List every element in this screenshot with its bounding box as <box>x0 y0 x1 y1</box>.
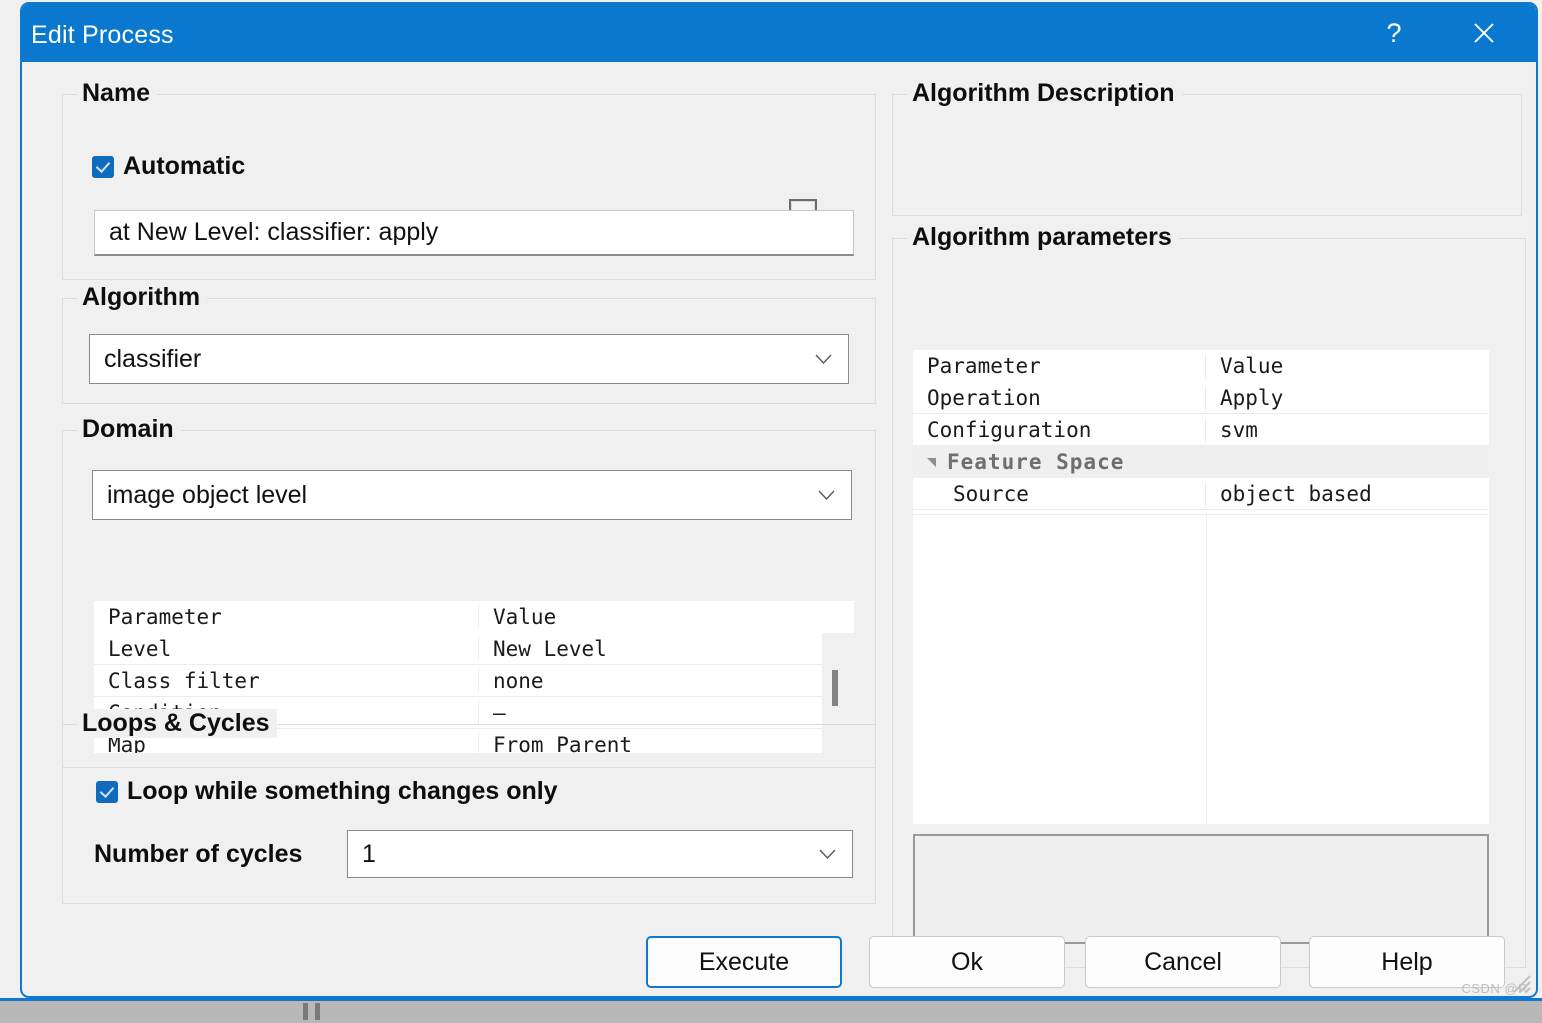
help-icon[interactable]: ? <box>1362 4 1426 62</box>
number-of-cycles-select[interactable]: 1 <box>347 830 853 878</box>
background-window-tick <box>315 1003 320 1020</box>
background-window-tick <box>303 1003 308 1020</box>
table-row[interactable]: Operation Apply <box>913 382 1489 414</box>
cancel-button-label: Cancel <box>1144 948 1222 977</box>
dialog-body: Name Automatic at New Level: classifier:… <box>22 62 1536 996</box>
algorithm-hint-panel <box>913 834 1489 944</box>
chevron-down-icon <box>818 490 835 500</box>
number-of-cycles-label: Number of cycles <box>94 840 302 869</box>
chevron-down-icon <box>815 354 832 364</box>
algorithm-table-column-divider <box>1206 515 1207 824</box>
table-header-row: Parameter Value <box>94 601 854 633</box>
domain-header-value: Value <box>479 605 854 629</box>
process-name-input[interactable]: at New Level: classifier: apply <box>94 210 854 256</box>
algorithm-description-group: Algorithm Description <box>892 94 1522 216</box>
domain-header-parameter: Parameter <box>94 605 479 629</box>
algorithm-selected-value: classifier <box>104 345 201 374</box>
algo-group-name: Feature Space <box>913 450 1206 474</box>
domain-param-name: Class filter <box>94 669 479 693</box>
chevron-down-icon <box>819 849 836 859</box>
algo-param-name: Operation <box>913 386 1206 410</box>
domain-select[interactable]: image object level <box>92 470 852 520</box>
table-header-row: Parameter Value <box>913 350 1489 382</box>
loops-cycles-group-title: Loops & Cycles <box>77 709 277 738</box>
table-row[interactable]: Configuration svm <box>913 414 1489 446</box>
algo-param-value: Apply <box>1206 386 1489 410</box>
algo-param-value: object based <box>1206 482 1489 506</box>
algo-param-name: Configuration <box>913 418 1206 442</box>
loop-changes-checkbox-row[interactable]: Loop while something changes only <box>96 777 558 806</box>
execute-button[interactable]: Execute <box>646 936 842 988</box>
algorithm-description-title: Algorithm Description <box>907 79 1182 108</box>
algo-group-label: Feature Space <box>947 450 1124 474</box>
algorithm-parameters-title: Algorithm parameters <box>907 223 1179 252</box>
edit-process-dialog: Edit Process ? Name Automatic <box>20 2 1538 998</box>
algorithm-table-empty-area[interactable] <box>913 514 1489 824</box>
domain-table-scrollbar-thumb[interactable] <box>832 670 838 706</box>
table-group-row[interactable]: Feature Space <box>913 446 1489 478</box>
automatic-checkbox-row[interactable]: Automatic <box>92 152 245 181</box>
execute-button-label: Execute <box>699 948 789 977</box>
ok-button[interactable]: Ok <box>869 936 1065 988</box>
background-window-strip <box>0 998 1542 1023</box>
domain-param-name: Level <box>94 637 479 661</box>
loop-changes-checkbox[interactable] <box>96 781 118 803</box>
table-row[interactable]: Level New Level <box>94 633 854 665</box>
algorithm-parameter-table[interactable]: Parameter Value Operation Apply Configur… <box>913 350 1489 824</box>
cancel-button[interactable]: Cancel <box>1085 936 1281 988</box>
domain-param-value: none <box>479 669 854 693</box>
automatic-label: Automatic <box>123 152 245 181</box>
domain-group-title: Domain <box>77 415 181 444</box>
algorithm-select[interactable]: classifier <box>89 334 849 384</box>
algorithm-hint-text <box>915 836 1487 856</box>
algo-header-parameter: Parameter <box>913 354 1206 378</box>
watermark-text: CSDN @R <box>1461 981 1528 996</box>
dialog-titlebar: Edit Process ? <box>22 4 1536 62</box>
domain-selected-value: image object level <box>107 481 307 510</box>
table-row[interactable]: Class filter none <box>94 665 854 697</box>
loop-changes-label: Loop while something changes only <box>127 777 558 806</box>
number-of-cycles-value: 1 <box>362 840 376 869</box>
domain-param-value: — <box>479 701 854 725</box>
algorithm-group-title: Algorithm <box>77 283 207 312</box>
algo-param-name: Source <box>913 482 1206 506</box>
help-button-label: Help <box>1381 948 1432 977</box>
collapse-triangle-icon[interactable] <box>927 458 936 467</box>
table-row[interactable]: Source object based <box>913 478 1489 510</box>
help-question-glyph: ? <box>1386 18 1401 49</box>
close-icon[interactable] <box>1452 4 1516 62</box>
process-name-value: at New Level: classifier: apply <box>109 218 438 247</box>
name-group-title: Name <box>77 79 157 108</box>
domain-param-value: New Level <box>479 637 854 661</box>
algo-param-value: svm <box>1206 418 1489 442</box>
algo-header-value: Value <box>1206 354 1489 378</box>
automatic-checkbox[interactable] <box>92 156 114 178</box>
ok-button-label: Ok <box>951 948 983 977</box>
dialog-title: Edit Process <box>31 21 174 50</box>
